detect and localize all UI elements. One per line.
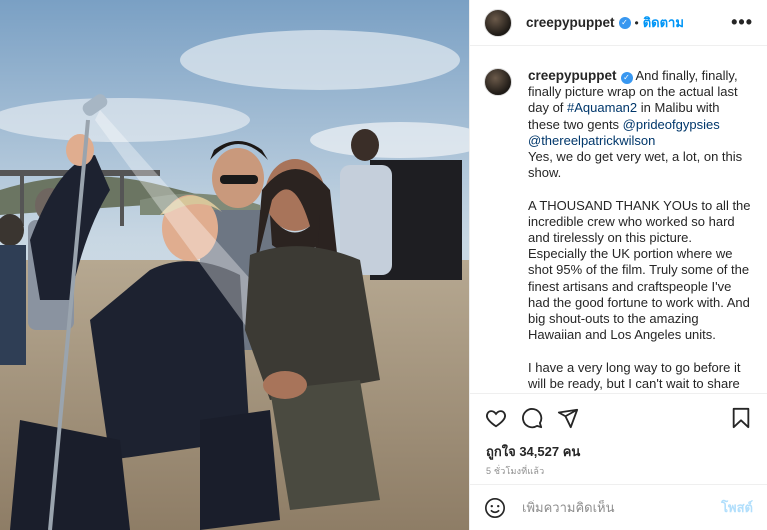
comment-input[interactable] — [522, 500, 722, 515]
post-side-panel: creepypuppet ✓ • ติดตาม ••• creepypuppet… — [469, 0, 767, 530]
more-options-icon[interactable]: ••• — [731, 12, 753, 33]
smiley-icon[interactable] — [484, 497, 506, 519]
caption-body: creepypuppet ✓ And finally, finally, fina… — [528, 68, 755, 393]
comment-button[interactable] — [518, 404, 546, 432]
caption-paragraph-4: I have a very long way to go before it w… — [528, 359, 741, 393]
post-timestamp[interactable]: 5 ชั่วโมงที่แล้ว — [470, 462, 767, 484]
post-photo[interactable] — [0, 0, 469, 530]
caption-avatar[interactable] — [484, 68, 512, 96]
comment-icon — [522, 408, 543, 429]
separator-dot: • — [634, 15, 639, 30]
send-icon — [557, 408, 579, 429]
bookmark-icon — [732, 407, 750, 429]
avatar[interactable] — [484, 8, 512, 37]
hashtag-link[interactable]: #Aquaman2 — [567, 100, 637, 115]
caption-scroll-area[interactable]: creepypuppet ✓ And finally, finally, fina… — [470, 46, 767, 394]
follow-button[interactable]: ติดตาม — [643, 12, 684, 33]
post-comment-button[interactable]: โพสต์ — [721, 497, 753, 518]
caption-username[interactable]: creepypuppet — [528, 68, 617, 83]
caption-paragraph-1: creepypuppet ✓ And finally, finally, fina… — [528, 68, 755, 393]
mention-link-1[interactable]: @prideofgypsies — [623, 117, 720, 132]
mention-link-2[interactable]: @thereelpatrickwilson — [528, 133, 655, 148]
post-image — [0, 0, 469, 530]
action-bar — [470, 394, 767, 442]
caption-verified-badge-icon: ✓ — [620, 72, 633, 85]
header-username[interactable]: creepypuppet — [526, 15, 615, 30]
caption-paragraph-2: Yes, we do get very wet, a lot, on this … — [528, 149, 746, 181]
likes-count[interactable]: ถูกใจ 34,527 คน — [470, 442, 767, 462]
share-button[interactable] — [554, 404, 582, 432]
like-button[interactable] — [482, 404, 510, 432]
caption-paragraph-3: A THOUSAND THANK YOUs to all the incredi… — [528, 197, 755, 343]
caption-row: creepypuppet ✓ And finally, finally, fina… — [484, 68, 755, 393]
comment-box: โพสต์ — [470, 484, 767, 530]
post-header: creepypuppet ✓ • ติดตาม ••• — [470, 0, 767, 46]
verified-badge-icon: ✓ — [618, 16, 631, 29]
heart-icon — [486, 410, 506, 428]
instagram-post: creepypuppet ✓ • ติดตาม ••• creepypuppet… — [0, 0, 767, 530]
save-button[interactable] — [727, 404, 755, 432]
